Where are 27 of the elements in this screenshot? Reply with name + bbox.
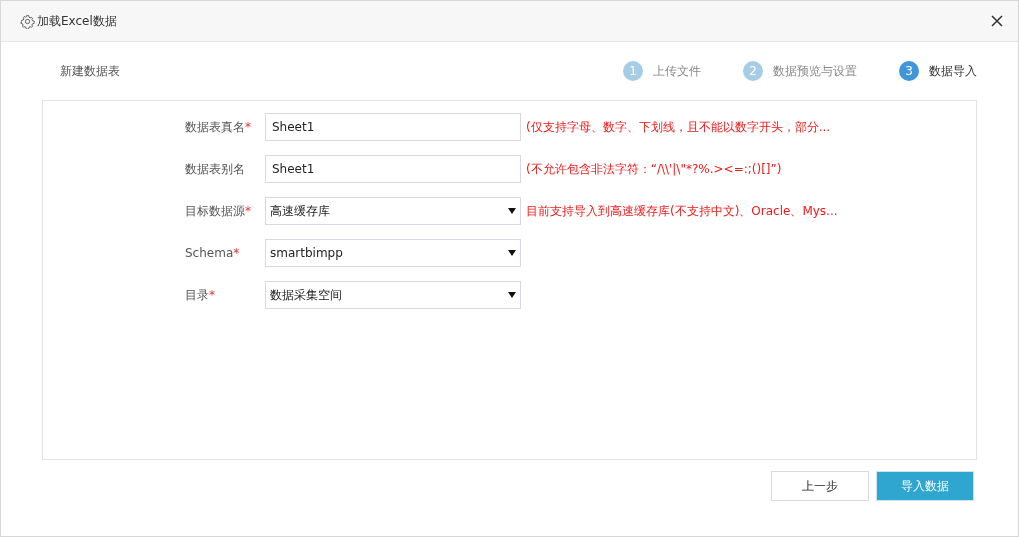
- dropdown[interactable]: smartbimpp: [265, 239, 521, 267]
- field-label: 目录*: [185, 286, 216, 304]
- window-title: 加载Excel数据: [37, 12, 118, 30]
- dropdown[interactable]: 数据采集空间: [265, 281, 521, 309]
- field-label: 数据表真名*: [185, 118, 252, 136]
- caret-icon: [508, 250, 516, 256]
- input-field[interactable]: Sheet1: [265, 155, 521, 183]
- step-number: 3: [899, 61, 919, 81]
- step-number: 1: [623, 61, 643, 81]
- close-icon[interactable]: [991, 15, 1003, 27]
- step-number: 2: [743, 61, 763, 81]
- field-label: Schema*: [185, 246, 241, 260]
- step-label: 数据导入: [929, 62, 977, 80]
- field-label: 数据表别名: [185, 160, 246, 178]
- settings-icon: [20, 13, 35, 29]
- step-label: 数据预览与设置: [773, 62, 857, 80]
- caret-icon: [508, 208, 516, 214]
- field-label: 目标数据源*: [185, 202, 252, 220]
- section-title: 新建数据表: [59, 62, 121, 80]
- input-field[interactable]: Sheet1: [265, 113, 521, 141]
- step-label: 上传文件: [653, 62, 701, 80]
- hint-text: (不允许包含非法字符：“/\\'|\"*?%.><=:;()[]”): [526, 160, 782, 178]
- hint-text: 目前支持导入到高速缓存库(不支持中文)、Oracle、Mys...: [526, 202, 838, 220]
- hint-text: (仅支持字母、数字、下划线，且不能以数字开头，部分...: [526, 118, 831, 136]
- dropdown[interactable]: 高速缓存库: [265, 197, 521, 225]
- caret-icon: [508, 292, 516, 298]
- back-button[interactable]: 上一步: [771, 471, 869, 501]
